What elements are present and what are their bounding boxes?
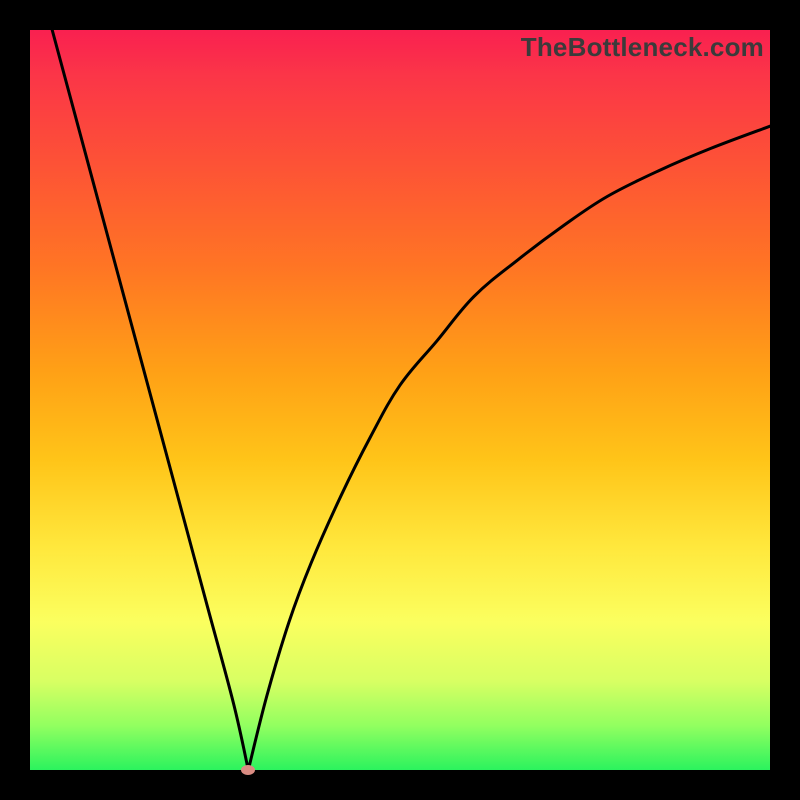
curve-path	[52, 30, 770, 779]
chart-frame: TheBottleneck.com	[0, 0, 800, 800]
plot-area: TheBottleneck.com	[30, 30, 770, 770]
bottleneck-curve	[30, 30, 770, 770]
optimal-point-marker	[241, 765, 255, 775]
